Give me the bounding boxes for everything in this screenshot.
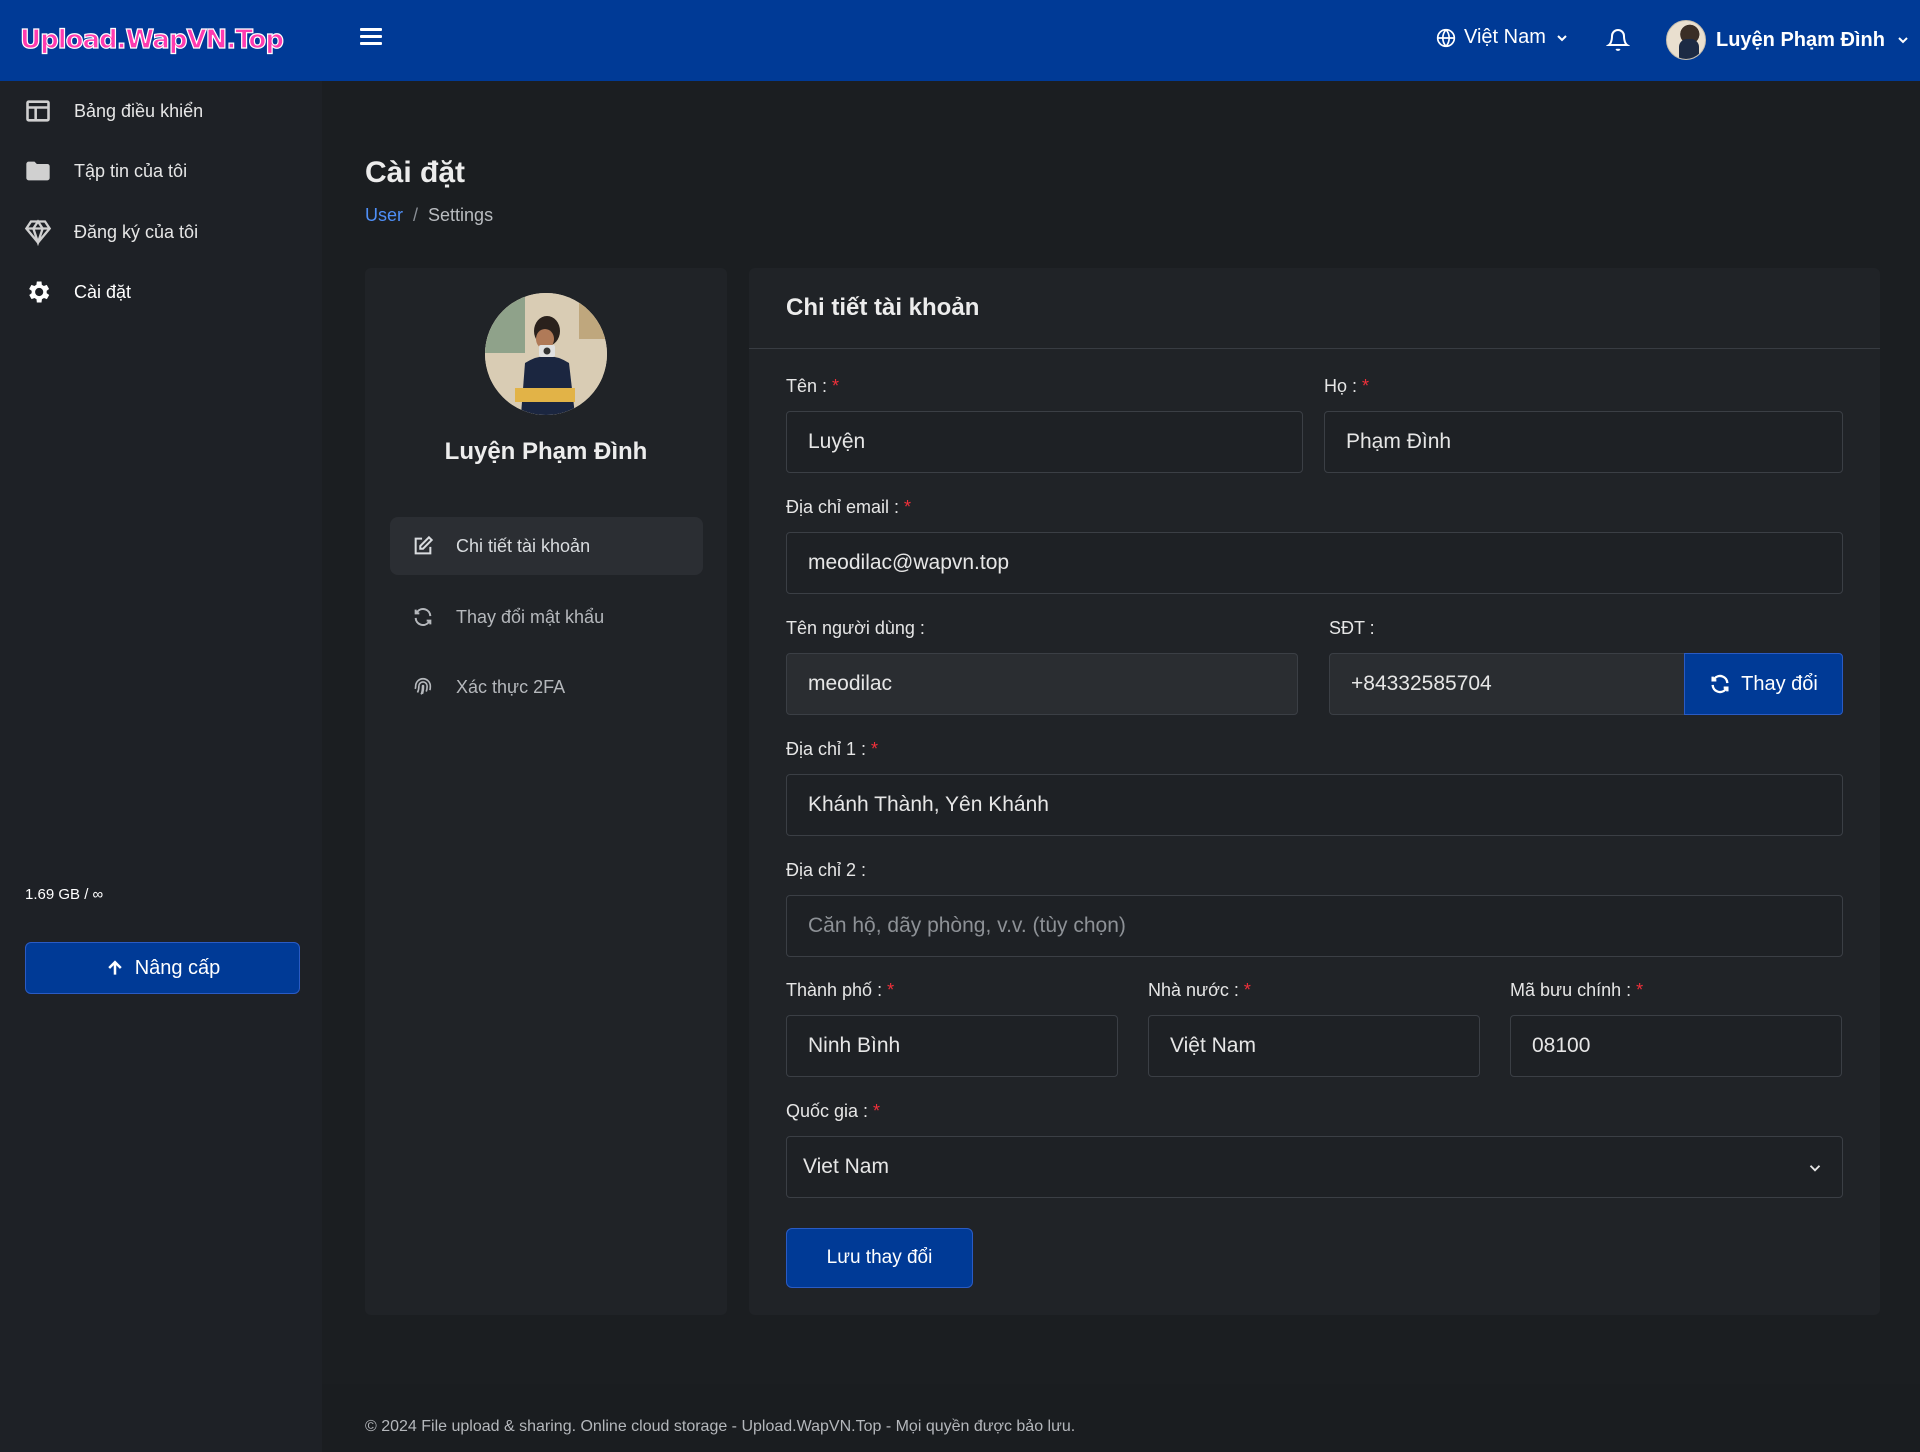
save-button[interactable]: Lưu thay đổi — [786, 1228, 973, 1288]
zip-label: Mã bưu chính : * — [1510, 980, 1643, 1001]
required-mark: * — [1362, 376, 1370, 396]
gear-icon — [29, 281, 50, 303]
breadcrumb: User / Settings — [365, 205, 493, 226]
user-name: Luyện Phạm Đình — [1716, 28, 1885, 51]
fingerprint-icon — [414, 677, 432, 695]
language-selector[interactable]: Việt Nam — [1436, 26, 1570, 49]
tab-account-details[interactable]: Chi tiết tài khoản — [390, 517, 703, 575]
globe-icon — [1436, 28, 1456, 47]
country-select[interactable]: Viet Nam — [786, 1136, 1843, 1198]
first-name-field[interactable] — [786, 411, 1303, 473]
label-text: Địa chỉ 1 : — [786, 739, 867, 759]
breadcrumb-link-user[interactable]: User — [365, 205, 403, 226]
edit-icon — [414, 535, 434, 555]
required-mark: * — [1243, 980, 1251, 1000]
language-label: Việt Nam — [1464, 26, 1546, 48]
refresh-icon — [1711, 674, 1729, 694]
address1-field[interactable] — [786, 774, 1843, 836]
menu-toggle-icon[interactable] — [360, 28, 382, 50]
card-divider — [749, 348, 1880, 349]
profile-card: Luyện Phạm Đình Chi tiết tài khoản Thay … — [365, 268, 727, 1315]
phone-label: SĐT : — [1329, 618, 1375, 638]
chevron-down-icon — [1557, 34, 1567, 41]
avatar — [1666, 20, 1706, 60]
label-text: Địa chỉ email : — [786, 497, 900, 517]
username-field[interactable] — [786, 653, 1298, 715]
top-navbar: Upload.WapVN.Top Việt Nam Luyện Phạm Đìn… — [0, 0, 1920, 81]
required-mark: * — [832, 376, 840, 396]
footer: © 2024 File upload & sharing. Online clo… — [322, 1384, 1920, 1452]
sidebar-item-label: Đăng ký của tôi — [74, 221, 199, 242]
tab-label: Chi tiết tài khoản — [456, 535, 591, 556]
chevron-down-icon — [1809, 1165, 1821, 1172]
label-text: Quốc gia : — [786, 1101, 869, 1121]
user-menu[interactable]: Luyện Phạm Đình — [1666, 20, 1911, 60]
tab-label: Xác thực 2FA — [456, 676, 566, 697]
sidebar-item-settings[interactable]: Cài đặt — [24, 278, 131, 306]
diamond-icon — [24, 219, 52, 246]
chevron-down-icon — [1898, 37, 1908, 44]
breadcrumb-current: Settings — [428, 205, 494, 225]
bell-icon[interactable] — [1606, 27, 1630, 53]
email-field[interactable] — [786, 532, 1843, 594]
label-text: Nhà nước : — [1148, 980, 1239, 1000]
footer-copyright: © 2024 File upload & sharing. Online clo… — [365, 1418, 1076, 1435]
sidebar-item-files[interactable]: Tập tin của tôi — [24, 157, 187, 185]
label-text: Họ : — [1324, 376, 1358, 396]
required-mark: * — [871, 739, 879, 759]
zip-field[interactable] — [1510, 1015, 1842, 1077]
storage-usage: 1.69 GB / ∞ — [25, 886, 104, 903]
profile-photo-image — [485, 293, 607, 415]
phone-field[interactable] — [1329, 653, 1685, 715]
site-logo[interactable]: Upload.WapVN.Top — [19, 24, 284, 55]
country-label: Quốc gia : * — [786, 1101, 880, 1122]
required-mark: * — [887, 980, 895, 1000]
address2-label: Địa chỉ 2 : — [786, 860, 867, 880]
required-mark: * — [904, 497, 912, 517]
sidebar-item-label: Cài đặt — [74, 281, 132, 302]
refresh-icon — [414, 608, 432, 626]
country-selected-value: Viet Nam — [803, 1155, 889, 1178]
city-label: Thành phố : * — [786, 980, 894, 1001]
sidebar-item-label: Tập tin của tôi — [74, 160, 188, 181]
profile-name: Luyện Phạm Đình — [444, 438, 648, 465]
tab-2fa[interactable]: Xác thực 2FA — [390, 658, 703, 716]
username-label: Tên người dùng : — [786, 618, 925, 638]
breadcrumb-separator: / — [413, 205, 419, 225]
last-name-field[interactable] — [1324, 411, 1843, 473]
email-label: Địa chỉ email : * — [786, 497, 911, 518]
last-name-label: Họ : * — [1324, 376, 1369, 397]
state-label: Nhà nước : * — [1148, 980, 1251, 1001]
sidebar-item-subscriptions[interactable]: Đăng ký của tôi — [24, 218, 198, 246]
change-phone-button[interactable]: Thay đổi — [1684, 653, 1843, 715]
label-text: Thành phố : — [786, 980, 883, 1000]
sidebar-item-dashboard[interactable]: Bảng điều khiển — [24, 97, 203, 125]
profile-avatar[interactable] — [485, 293, 607, 415]
upgrade-button[interactable]: Nâng cấp — [25, 942, 300, 994]
card-title: Chi tiết tài khoản — [786, 294, 980, 321]
tab-label: Thay đổi mật khẩu — [456, 606, 605, 627]
first-name-label: Tên : * — [786, 376, 839, 397]
address2-field[interactable] — [786, 895, 1843, 957]
arrow-up-icon — [107, 960, 122, 975]
label-text: Mã bưu chính : — [1510, 980, 1632, 1000]
page-title: Cài đặt — [365, 156, 466, 189]
sidebar: Bảng điều khiển Tập tin của tôi Đăng ký … — [0, 81, 322, 1452]
city-field[interactable] — [786, 1015, 1118, 1077]
account-details-card: Chi tiết tài khoản Tên :* Họ :* Địa chỉ … — [749, 268, 1880, 1315]
change-phone-label: Thay đổi — [1741, 672, 1818, 695]
state-field[interactable] — [1148, 1015, 1480, 1077]
dashboard-icon — [26, 100, 50, 122]
required-mark: * — [1636, 980, 1644, 1000]
label-text: Tên : — [786, 376, 828, 396]
required-mark: * — [873, 1101, 881, 1121]
address1-label: Địa chỉ 1 : * — [786, 739, 878, 760]
sidebar-item-label: Bảng điều khiển — [74, 100, 204, 121]
tab-change-password[interactable]: Thay đổi mật khẩu — [390, 588, 703, 646]
folder-icon — [26, 161, 50, 181]
upgrade-label: Nâng cấp — [134, 956, 221, 979]
